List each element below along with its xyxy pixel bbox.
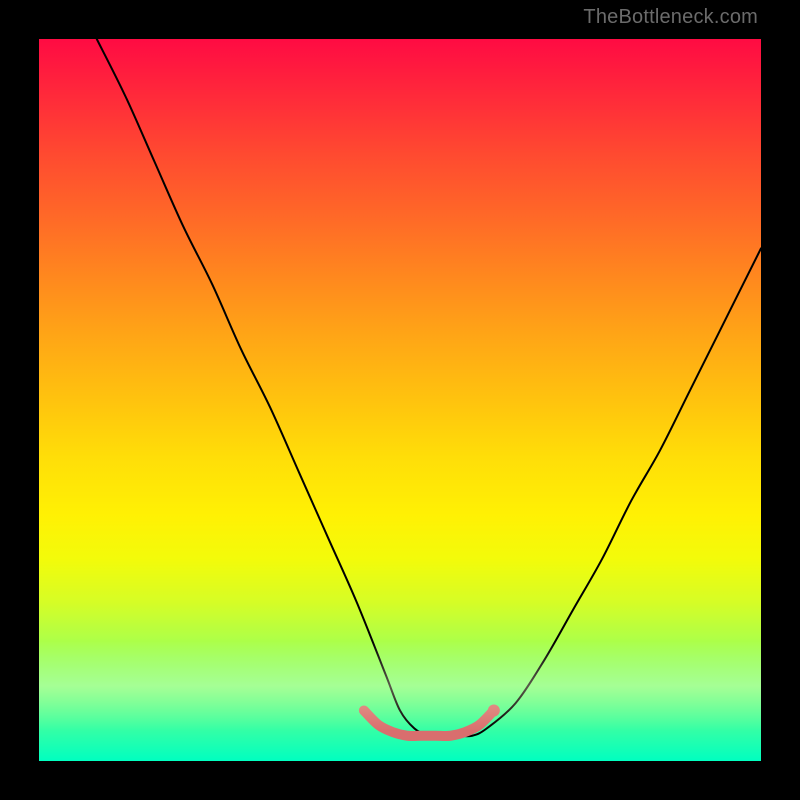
- curve-overlay: [39, 39, 761, 761]
- bottleneck-curve-path: [97, 39, 761, 736]
- chart-frame: TheBottleneck.com: [0, 0, 800, 800]
- bottom-highlight-path: [364, 710, 494, 736]
- plot-area: [39, 39, 761, 761]
- watermark-label: TheBottleneck.com: [583, 6, 758, 29]
- highlight-end-dot: [488, 704, 500, 716]
